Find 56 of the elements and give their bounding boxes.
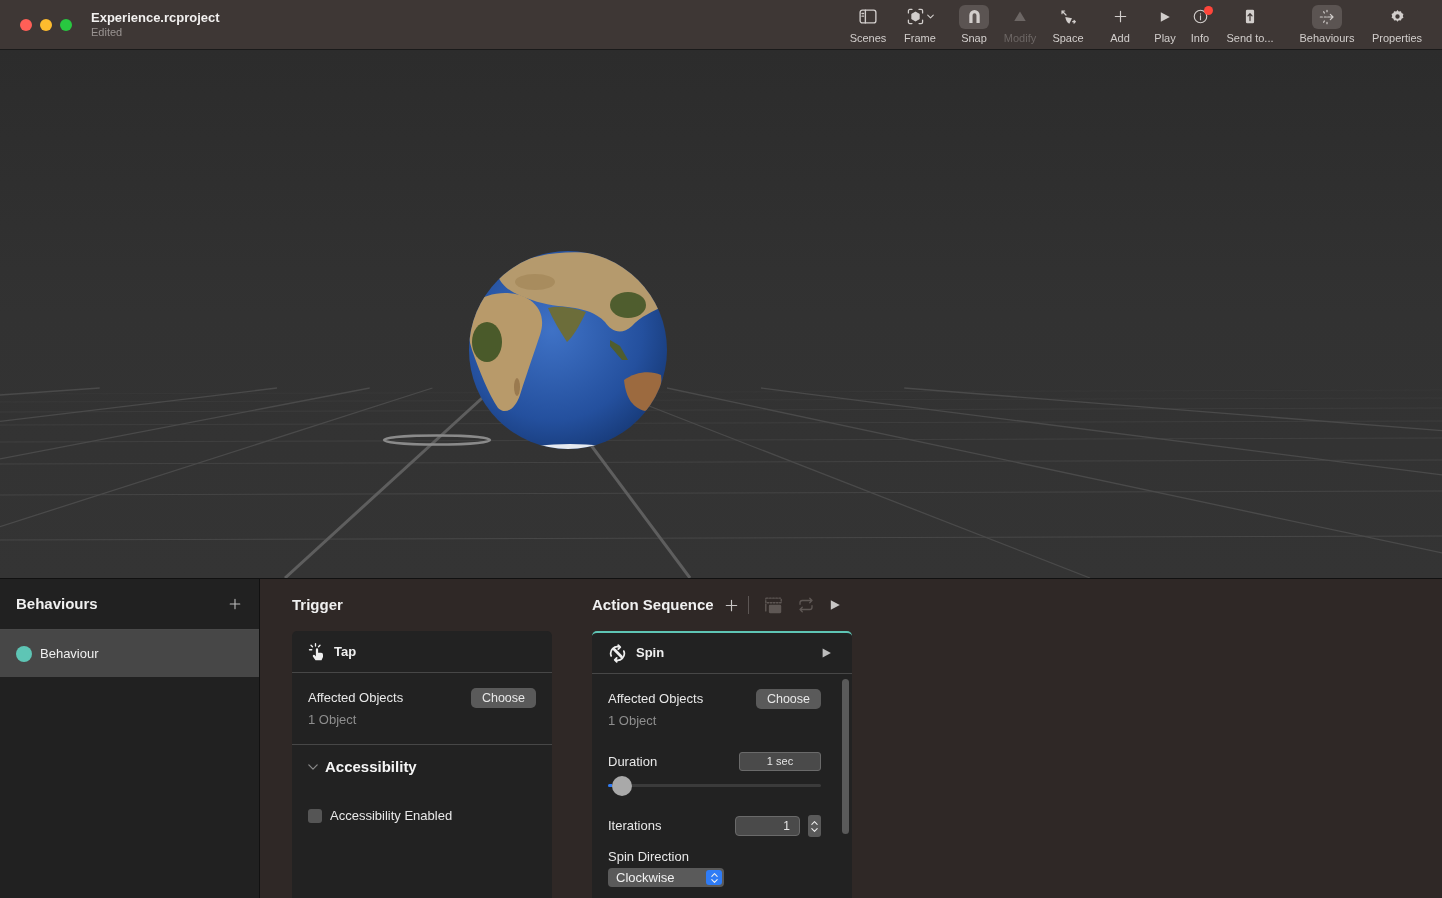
choose-button[interactable]: Choose [755, 689, 821, 709]
spin-direction-select[interactable]: Clockwise [608, 868, 724, 887]
scrollbar[interactable] [842, 679, 849, 834]
trigger-name: Tap [334, 642, 357, 661]
section-title: Action Sequence [592, 594, 714, 615]
chevron-up-icon [811, 820, 818, 825]
toolbar-button[interactable]: Behaviours [1288, 4, 1366, 45]
sequence-tool-button[interactable] [828, 599, 841, 611]
field-label: Spin Direction [608, 848, 690, 866]
slider-thumb[interactable] [611, 776, 632, 796]
toolbar-button[interactable]: Frame [894, 4, 946, 45]
section-heading[interactable]: Accessibility [325, 755, 417, 779]
plus-icon [724, 598, 738, 612]
minimize-button[interactable] [40, 18, 52, 31]
updown-chevron-icon [706, 870, 722, 885]
behaviour-list-item[interactable]: Behaviour [0, 630, 259, 677]
chevron-down-icon [811, 827, 818, 832]
checkbox[interactable] [308, 808, 322, 823]
toolbar-button[interactable]: Scenes [842, 4, 894, 45]
plus-icon [229, 598, 241, 610]
duration-slider[interactable] [608, 776, 821, 796]
choose-button[interactable]: Choose [470, 688, 536, 708]
field-label: Affected Objects [608, 690, 704, 708]
document-status: Edited [91, 26, 124, 39]
toolbar-button[interactable]: Play [1142, 4, 1188, 45]
field-label: Affected Objects [308, 689, 404, 707]
toolbar-button[interactable]: Space [1038, 4, 1098, 45]
toolbar-button[interactable]: Add [1098, 4, 1142, 45]
window-title: Experience.rcproject [91, 10, 220, 26]
section-title: Trigger [292, 594, 343, 615]
play-button[interactable] [821, 647, 832, 659]
close-button[interactable] [20, 18, 32, 31]
zoom-button[interactable] [60, 18, 72, 31]
checkbox-label: Accessibility Enabled [330, 807, 453, 825]
toolbar-button[interactable]: Properties [1366, 4, 1428, 45]
sequence-tool-button[interactable] [724, 598, 738, 612]
iterations-field[interactable]: 1 [735, 816, 800, 836]
play-icon [828, 599, 841, 611]
add-behaviour-button[interactable] [229, 598, 241, 610]
affected-count: 1 Object [308, 711, 358, 729]
stacked-frames-icon [763, 596, 783, 614]
action-card[interactable]: Spin Affected Objects Choose 1 Object Duration 1 sec Iterations 1 Spin Direction Clockwise [592, 631, 852, 898]
play-icon [821, 647, 832, 659]
tap-hand-icon [308, 642, 326, 661]
sidebar-title: Behaviours [16, 593, 98, 614]
toolbar-button[interactable]: Snap [946, 4, 1002, 45]
loop-icon [796, 596, 815, 614]
action-name: Spin [636, 644, 665, 663]
toolbar-button[interactable]: Send to... [1212, 4, 1288, 45]
field-label: Duration [608, 752, 658, 771]
duration-field[interactable]: 1 sec [739, 752, 821, 771]
spin-arrows-icon [608, 643, 627, 663]
stepper-control[interactable] [808, 815, 821, 837]
toolbar-button[interactable]: Info [1188, 4, 1212, 45]
field-label: Iterations [608, 817, 662, 835]
affected-count: 1 Object [608, 712, 658, 730]
